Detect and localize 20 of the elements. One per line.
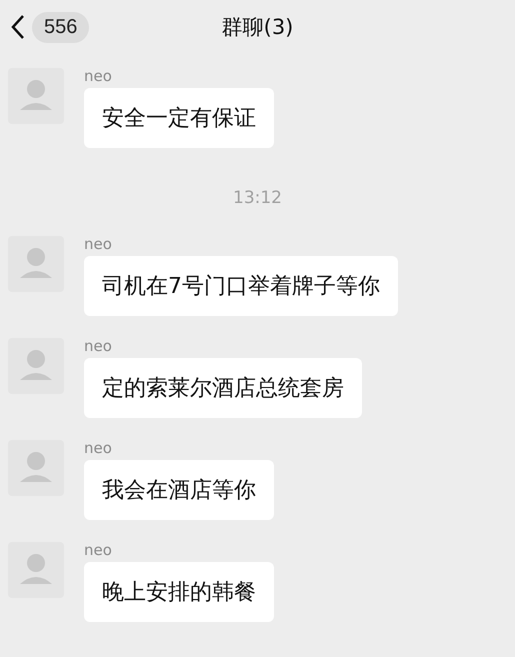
sender-name: neo xyxy=(84,236,112,252)
avatar-icon xyxy=(8,68,64,124)
message-bubble: 安全一定有保证 xyxy=(84,88,274,148)
sender-name: neo xyxy=(84,338,112,354)
message-bubble: 定的索莱尔酒店总统套房 xyxy=(84,358,362,418)
sender-name: neo xyxy=(84,440,112,456)
message-bubble: 晚上安排的韩餐 xyxy=(84,562,274,622)
avatar-icon xyxy=(8,542,64,598)
avatar-icon xyxy=(8,440,64,496)
sender-name: neo xyxy=(84,68,112,84)
message-bubble: 司机在7号门口举着牌子等你 xyxy=(84,256,398,316)
avatar-icon xyxy=(8,236,64,292)
avatar-icon xyxy=(8,338,64,394)
back-button[interactable]: 556 xyxy=(10,12,90,42)
message-bubble: 我会在酒店等你 xyxy=(84,460,274,520)
sender-name: neo xyxy=(84,542,112,558)
timestamp: 13:12 xyxy=(233,188,282,208)
chat-title: 群聊(3) xyxy=(222,14,294,41)
back-icon xyxy=(10,14,26,40)
unread-badge: 556 xyxy=(32,12,90,42)
